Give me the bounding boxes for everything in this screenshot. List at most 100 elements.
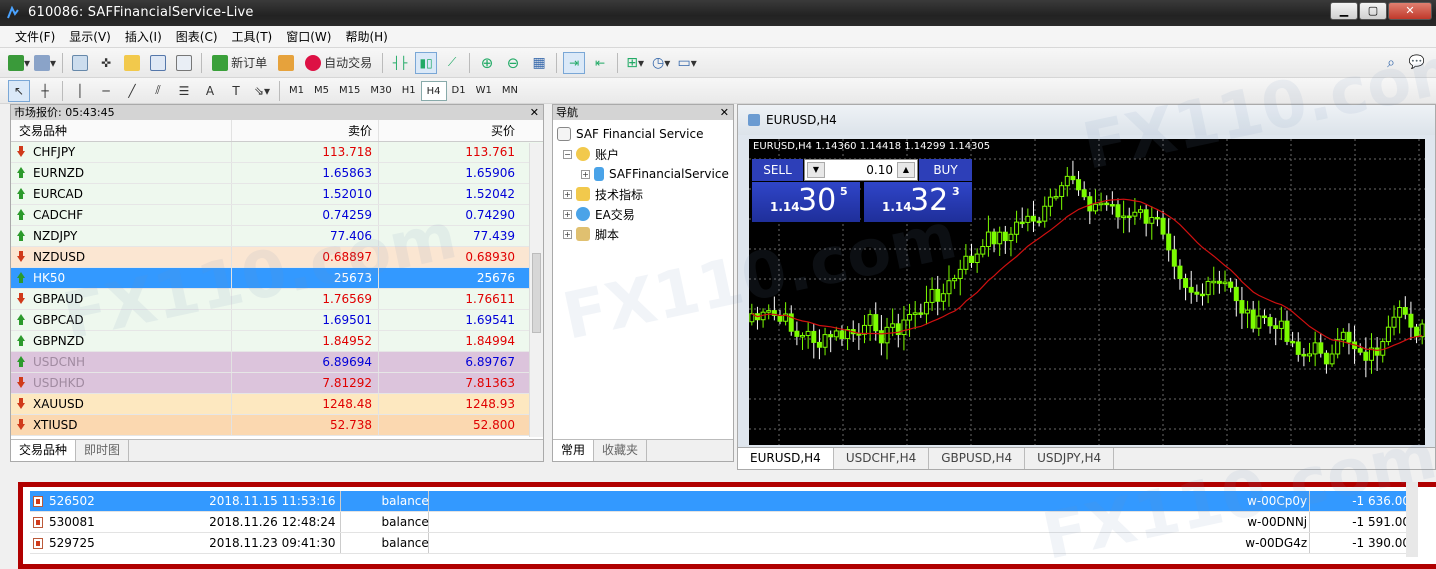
tf-h1[interactable]: H1 (397, 81, 421, 101)
terminal-scrollbar[interactable] (1406, 482, 1418, 557)
menu-charts[interactable]: 图表(C) (169, 28, 225, 45)
symbol-row[interactable]: XAUUSD 1248.48 1248.93 (11, 394, 543, 415)
search-button[interactable]: ⌕ (1380, 52, 1402, 74)
maximize-button[interactable]: ▢ (1359, 2, 1387, 20)
symbol-row[interactable]: GBPCAD 1.69501 1.69541 (11, 310, 543, 331)
label-tool[interactable]: T (225, 80, 247, 102)
tf-d1[interactable]: D1 (447, 81, 471, 101)
tab-eurusd-h4[interactable]: EURUSD,H4 (738, 448, 834, 469)
symbol-row[interactable]: USDCNH 6.89694 6.89767 (11, 352, 543, 373)
col-ask[interactable]: 买价 (378, 120, 523, 141)
profiles-button[interactable]: ▾ (34, 52, 56, 74)
data-window-button[interactable]: ✜ (95, 52, 117, 74)
menu-tools[interactable]: 工具(T) (225, 28, 280, 45)
tab-usdchf-h4[interactable]: USDCHF,H4 (834, 448, 930, 469)
scroll-thumb[interactable] (532, 253, 541, 333)
close-button[interactable]: ✕ (1388, 2, 1432, 20)
zoom-out-button[interactable]: ⊖ (502, 52, 524, 74)
nav-indicators[interactable]: + 技术指标 (557, 184, 733, 204)
symbol-row[interactable]: NZDUSD 0.68897 0.68930 (11, 247, 543, 268)
expand-toggle[interactable]: + (563, 189, 572, 199)
col-bid[interactable]: 卖价 (231, 120, 378, 141)
tile-windows-button[interactable]: ▦ (528, 52, 550, 74)
expand-toggle[interactable]: + (581, 169, 590, 179)
menu-view[interactable]: 显示(V) (62, 28, 118, 45)
sell-button[interactable]: SELL (752, 159, 803, 181)
tf-w1[interactable]: W1 (471, 81, 497, 101)
close-panel-icon[interactable]: ✕ (720, 105, 729, 120)
arrows-tool[interactable]: ⇘ ▾ (251, 80, 273, 102)
tf-m15[interactable]: M15 (334, 81, 365, 101)
tf-m5[interactable]: M5 (309, 81, 334, 101)
expand-toggle[interactable]: + (563, 229, 572, 239)
auto-scroll-button[interactable]: ⇥ (563, 51, 586, 74)
symbol-row[interactable]: GBPNZD 1.84952 1.84994 (11, 331, 543, 352)
chart-shift-button[interactable]: ⇤ (589, 52, 611, 74)
symbol-row[interactable]: EURCAD 1.52010 1.52042 (11, 184, 543, 205)
strategy-tester-button[interactable] (173, 52, 195, 74)
lot-decrease-icon[interactable]: ▼ (807, 162, 825, 178)
symbol-row[interactable]: CADCHF 0.74259 0.74290 (11, 205, 543, 226)
symbol-row[interactable]: EURNZD 1.65863 1.65906 (11, 163, 543, 184)
minimize-button[interactable]: ▁ (1330, 2, 1358, 20)
tf-h4[interactable]: H4 (420, 80, 447, 101)
horizontal-line-tool[interactable]: ─ (95, 80, 117, 102)
menu-insert[interactable]: 插入(I) (118, 28, 169, 45)
history-row[interactable]: 529725 2018.11.23 09:41:30 balance w-00DG4z… (30, 533, 1414, 554)
nav-accounts[interactable]: − 账户 (557, 144, 733, 164)
text-tool[interactable]: A (199, 80, 221, 102)
sell-price-button[interactable]: 1.14 30 5 (752, 182, 860, 222)
menu-window[interactable]: 窗口(W) (279, 28, 338, 45)
chat-button[interactable]: 💬 (1406, 52, 1428, 74)
tab-favorites[interactable]: 收藏夹 (594, 440, 648, 461)
candle-chart-button[interactable]: ▮▯ (415, 51, 438, 74)
new-chart-button[interactable]: ▾ (8, 52, 30, 74)
trendline-tool[interactable]: ╱ (121, 80, 143, 102)
periods-button[interactable]: ◷ ▾ (650, 52, 672, 74)
navigator-button[interactable] (121, 52, 143, 74)
history-row[interactable]: 530081 2018.11.26 12:48:24 balance w-00DNNj… (30, 512, 1414, 533)
tab-common[interactable]: 常用 (553, 440, 595, 461)
indicators-button[interactable]: ⊞ ▾ (624, 52, 646, 74)
channel-tool[interactable]: ⫽ (147, 80, 169, 102)
menu-help[interactable]: 帮助(H) (338, 28, 394, 45)
symbol-row[interactable]: GBPAUD 1.76569 1.76611 (11, 289, 543, 310)
menu-file[interactable]: 文件(F) (8, 28, 62, 45)
symbol-row[interactable]: HK50 25673 25676 (11, 268, 543, 289)
line-chart-button[interactable]: ⟋ (441, 52, 463, 74)
vertical-line-tool[interactable]: │ (69, 80, 91, 102)
tf-m1[interactable]: M1 (284, 81, 309, 101)
price-chart[interactable]: EURUSD,H4 1.14360 1.14418 1.14299 1.1430… (749, 139, 1425, 445)
nav-expert-advisors[interactable]: + EA交易 (557, 204, 733, 224)
tab-usdjpy-h4[interactable]: USDJPY,H4 (1025, 448, 1115, 469)
tf-m30[interactable]: M30 (365, 81, 396, 101)
symbol-row[interactable]: NZDJPY 77.406 77.439 (11, 226, 543, 247)
tab-symbols[interactable]: 交易品种 (11, 440, 77, 461)
fibonacci-tool[interactable]: ☰ (173, 80, 195, 102)
zoom-in-button[interactable]: ⊕ (476, 52, 498, 74)
buy-price-button[interactable]: 1.14 32 3 (864, 182, 972, 222)
tab-gbpusd-h4[interactable]: GBPUSD,H4 (929, 448, 1026, 469)
symbol-row[interactable]: XTIUSD 52.738 52.800 (11, 415, 543, 436)
terminal-button[interactable] (147, 52, 169, 74)
symbol-row[interactable]: USDHKD 7.81292 7.81363 (11, 373, 543, 394)
market-watch-scrollbar[interactable] (529, 143, 543, 437)
nav-account-item[interactable]: + SAFFinancialService (557, 164, 733, 184)
symbol-row[interactable]: CHFJPY 113.718 113.761 (11, 142, 543, 163)
crosshair-tool[interactable]: ┼ (34, 80, 56, 102)
tf-mn[interactable]: MN (497, 81, 523, 101)
buy-button[interactable]: BUY (919, 159, 972, 181)
collapse-toggle[interactable]: − (563, 149, 572, 159)
templates-button[interactable]: ▭ ▾ (676, 52, 698, 74)
new-order-button[interactable]: 新订单 (208, 52, 271, 74)
bar-chart-button[interactable]: ┤├ (389, 52, 411, 74)
expand-toggle[interactable]: + (563, 209, 572, 219)
cursor-tool[interactable]: ↖ (8, 79, 30, 102)
tab-tick-chart[interactable]: 即时图 (76, 440, 130, 461)
history-row[interactable]: 526502 2018.11.15 11:53:16 balance w-00Cp0y… (30, 491, 1414, 512)
col-symbol[interactable]: 交易品种 (11, 120, 231, 141)
meta-editor-button[interactable] (275, 52, 297, 74)
nav-root[interactable]: SAF Financial Service (557, 124, 733, 144)
lot-increase-icon[interactable]: ▲ (897, 162, 915, 178)
close-panel-icon[interactable]: ✕ (530, 105, 539, 120)
